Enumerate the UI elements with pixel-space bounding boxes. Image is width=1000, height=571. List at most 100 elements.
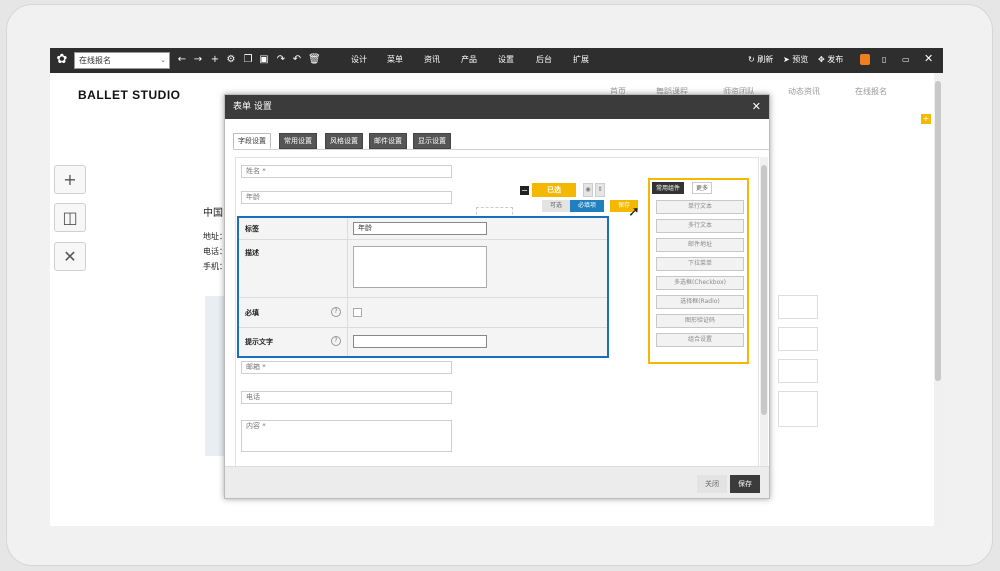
prop-required-caption: 必填 (245, 309, 259, 317)
notification-icon[interactable] (860, 54, 870, 65)
form-canvas: 姓名 * 年龄 − 已选 ◉ ⇕ 可选 必填项 保存 ➚ 标签 年龄 描述 必填… (235, 157, 759, 467)
background-field (778, 359, 818, 383)
dialog-header: 表单 设置 ✕ (225, 95, 769, 119)
dialog-footer: 关闭 保存 (225, 466, 769, 498)
prop-desc-caption: 描述 (245, 249, 259, 257)
prop-row-required: 必填 ? (239, 298, 607, 328)
nav-item-news[interactable]: 动态资讯 (788, 86, 820, 97)
mobile-icon[interactable]: ▯ (882, 53, 886, 67)
nav-item-signup[interactable]: 在线报名 (855, 86, 887, 97)
save-icon[interactable]: ▣ (258, 52, 270, 68)
menu-extensions[interactable]: 扩展 (573, 54, 589, 66)
prop-label-caption: 标签 (245, 225, 259, 233)
window-icon[interactable]: ▭ (902, 53, 910, 67)
redo-icon[interactable]: ↷ (275, 52, 287, 68)
dialog-scrollbar[interactable] (760, 157, 768, 467)
menu-navigation[interactable]: 菜单 (387, 54, 403, 66)
arrow-left-icon[interactable]: ← (176, 52, 188, 68)
editor-screen: ✿ 在线报名 ⌄ ← → + ⚙ ❐ ▣ ↷ ↶ 🗑 设计 菜单 资讯 产品 设… (50, 48, 943, 526)
sort-icon[interactable]: ⇕ (595, 183, 605, 197)
copy-icon[interactable]: ❐ (242, 52, 254, 68)
preview-label: 预览 (792, 55, 809, 64)
page-scroll-thumb[interactable] (935, 81, 941, 381)
form-settings-dialog: 表单 设置 ✕ 字段设置 常用设置 风格设置 邮件设置 显示设置 姓名 * 年龄… (224, 94, 771, 499)
add-section-icon[interactable]: + (921, 114, 931, 124)
cursor-icon: ➚ (628, 204, 640, 220)
trash-icon[interactable]: 🗑 (308, 52, 321, 68)
tab-field-settings[interactable]: 字段设置 (233, 133, 271, 149)
page-select-value: 在线报名 (79, 56, 111, 65)
chevron-down-icon: ⌄ (160, 56, 166, 64)
map-thumbnail (205, 296, 225, 456)
field-type-button[interactable]: 已选 (532, 183, 576, 197)
field-age[interactable]: 年龄 (241, 191, 452, 204)
tab-common-settings[interactable]: 常用设置 (279, 133, 317, 149)
save-button[interactable]: 保存 (730, 475, 760, 493)
editor-toolbar: ✿ 在线报名 ⌄ ← → + ⚙ ❐ ▣ ↷ ↶ 🗑 设计 菜单 资讯 产品 设… (50, 48, 943, 73)
add-module-button[interactable]: + (54, 165, 86, 194)
hint-input[interactable] (353, 335, 487, 348)
close-icon[interactable]: ✕ (752, 95, 761, 119)
send-icon: ➤ (783, 55, 790, 64)
plus-icon[interactable]: + (209, 52, 221, 68)
required-checkbox[interactable] (353, 308, 362, 317)
gear-icon[interactable]: ⚙ (225, 52, 237, 68)
prop-row-description: 描述 (239, 240, 607, 298)
tab-mail-settings[interactable]: 邮件设置 (369, 133, 407, 149)
palette-item-radio[interactable]: 选择框(Radio) (656, 295, 744, 309)
publish-label: 发布 (827, 55, 844, 64)
page-select[interactable]: 在线报名 ⌄ (74, 52, 170, 69)
field-email[interactable]: 邮箱 * (241, 361, 452, 374)
columns-icon: ◫ (62, 208, 78, 227)
menu-design[interactable]: 设计 (351, 54, 367, 66)
field-phone[interactable]: 电话 (241, 391, 452, 404)
lock-icon[interactable]: ◉ (583, 183, 593, 197)
required-toggle[interactable]: 必填项 (570, 200, 604, 212)
palette-item-single-line[interactable]: 单行文本 (656, 200, 744, 214)
field-content[interactable]: 内容 * (241, 420, 452, 452)
palette-item-captcha[interactable]: 图形验证码 (656, 314, 744, 328)
component-palette: 常用组件 更多 单行文本 多行文本 邮件地址 下拉菜单 多选框(Checkbox… (648, 178, 749, 364)
description-textarea[interactable] (353, 246, 487, 288)
publish-icon: ✥ (818, 55, 825, 64)
palette-tab-common[interactable]: 常用组件 (652, 182, 685, 194)
field-properties-panel: 标签 年龄 描述 必填 ? 提示文字 ? (237, 216, 609, 358)
plus-icon: + (63, 170, 77, 189)
logo-icon[interactable]: ✿ (54, 52, 70, 68)
palette-item-group[interactable]: 组合设置 (656, 333, 744, 347)
remove-module-button[interactable]: ✕ (54, 242, 86, 271)
close-icon: ✕ (63, 247, 77, 266)
arrow-right-icon[interactable]: → (192, 52, 204, 68)
prop-hint-caption: 提示文字 (245, 338, 273, 346)
undo-icon[interactable]: ↶ (291, 52, 303, 68)
help-icon[interactable]: ? (331, 307, 341, 317)
publish-button[interactable]: ✥ 发布 (818, 53, 843, 67)
field-name[interactable]: 姓名 * (241, 165, 452, 178)
layout-button[interactable]: ◫ (54, 203, 86, 232)
label-input[interactable]: 年龄 (353, 222, 487, 235)
refresh-label: 刷新 (757, 55, 774, 64)
preview-button[interactable]: ➤ 预览 (783, 53, 808, 67)
dialog-scroll-thumb[interactable] (761, 165, 767, 415)
content-heading: 中国 (203, 208, 223, 219)
palette-item-email[interactable]: 邮件地址 (656, 238, 744, 252)
palette-item-multi-line[interactable]: 多行文本 (656, 219, 744, 233)
minus-icon[interactable]: − (520, 186, 529, 195)
refresh-button[interactable]: ↻ 刷新 (748, 53, 773, 67)
menu-settings[interactable]: 设置 (498, 54, 514, 66)
close-icon[interactable]: ✕ (924, 52, 933, 66)
tab-style-settings[interactable]: 风格设置 (325, 133, 363, 149)
palette-tab-more[interactable]: 更多 (692, 182, 713, 194)
site-brand[interactable]: BALLET STUDIO (78, 88, 181, 102)
background-field (778, 327, 818, 351)
page-scrollbar[interactable] (934, 73, 943, 526)
menu-products[interactable]: 产品 (461, 54, 477, 66)
menu-news[interactable]: 资讯 (424, 54, 440, 66)
close-button[interactable]: 关闭 (697, 475, 727, 493)
palette-item-dropdown[interactable]: 下拉菜单 (656, 257, 744, 271)
menu-backend[interactable]: 后台 (536, 54, 552, 66)
palette-item-checkbox[interactable]: 多选框(Checkbox) (656, 276, 744, 290)
tab-display-settings[interactable]: 显示设置 (413, 133, 451, 149)
optional-toggle[interactable]: 可选 (542, 200, 570, 212)
help-icon[interactable]: ? (331, 336, 341, 346)
